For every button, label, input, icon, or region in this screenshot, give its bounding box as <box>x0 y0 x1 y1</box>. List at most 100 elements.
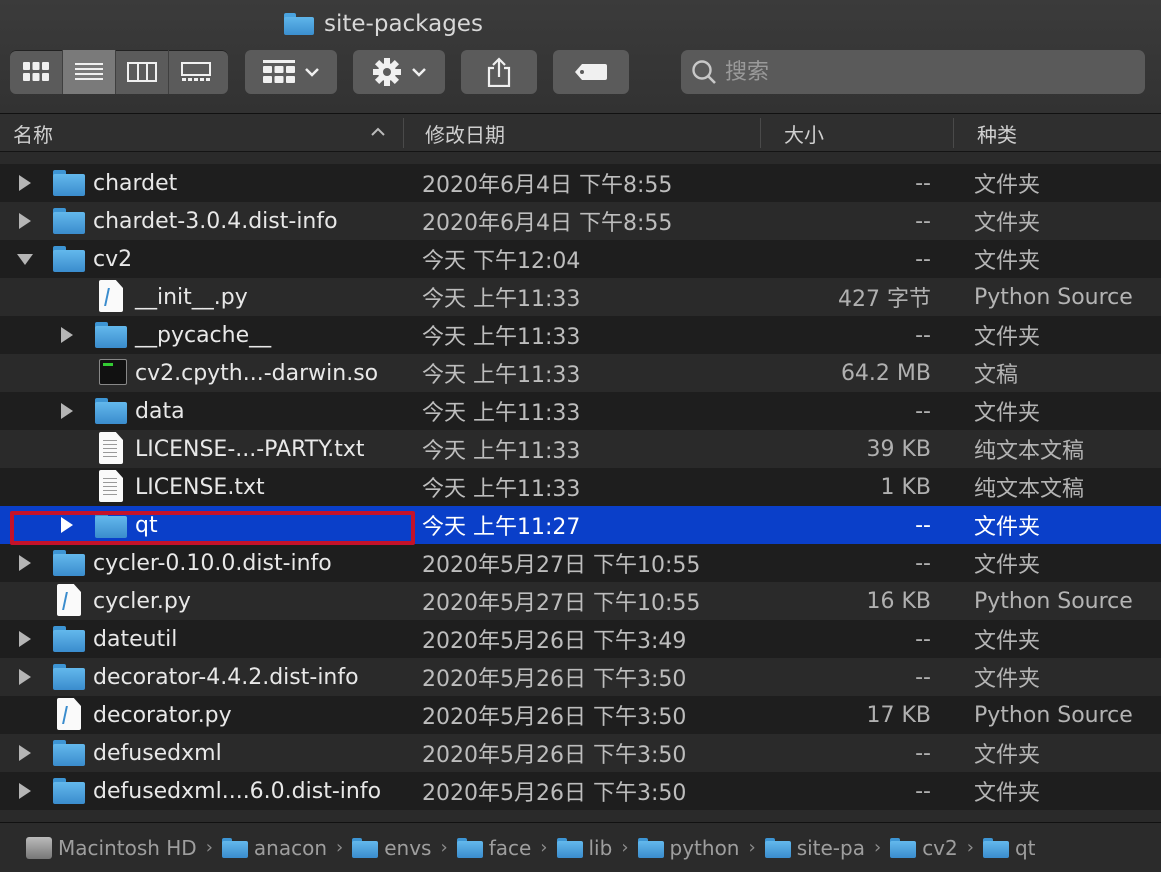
disclosure-collapsed-icon[interactable] <box>16 554 34 572</box>
folder-icon <box>53 740 85 766</box>
python-file-icon <box>57 698 81 730</box>
file-name: chardet-3.0.4.dist-info <box>93 208 338 234</box>
folder-icon <box>556 837 583 858</box>
column-name-header[interactable]: 名称 <box>13 114 53 152</box>
file-list: chardet 2020年6月4日 下午8:55 -- 文件夹 chardet-3.0.… <box>0 152 1161 822</box>
file-kind: 文件夹 <box>974 743 1041 768</box>
file-date: 今天 上午11:33 <box>422 325 581 350</box>
file-row[interactable]: LICENSE.txt 今天 上午11:33 1 KB 纯文本文稿 <box>0 468 1161 506</box>
sort-ascending-icon <box>371 127 385 136</box>
column-kind-header[interactable]: 种类 <box>977 114 1017 152</box>
folder-icon <box>764 837 791 858</box>
file-date: 今天 上午11:33 <box>422 287 581 312</box>
file-row[interactable]: __init__.py 今天 上午11:33 427 字节 Python Source <box>0 278 1161 316</box>
disclosure-collapsed-icon[interactable] <box>16 744 34 762</box>
file-name: cv2 <box>93 246 133 272</box>
path-segment[interactable]: Macintosh HD <box>26 836 197 860</box>
file-size: -- <box>915 322 931 348</box>
path-segment[interactable]: lib <box>556 836 612 860</box>
share-button[interactable] <box>461 50 537 94</box>
view-mode-control <box>10 50 228 94</box>
column-date-header[interactable]: 修改日期 <box>425 114 505 152</box>
text-file-icon <box>99 432 123 464</box>
icon-view-button[interactable] <box>10 50 63 94</box>
path-segment[interactable]: python <box>637 836 739 860</box>
file-name: __init__.py <box>135 284 248 310</box>
file-date: 今天 上午11:27 <box>422 515 581 540</box>
column-divider[interactable] <box>403 118 404 148</box>
file-row[interactable]: chardet 2020年6月4日 下午8:55 -- 文件夹 <box>0 164 1161 202</box>
path-segment[interactable]: cv2 <box>890 836 958 860</box>
path-segment[interactable]: site-pa <box>764 836 865 860</box>
file-row[interactable]: defusedxml 2020年5月26日 下午3:50 -- 文件夹 <box>0 734 1161 772</box>
file-date: 2020年5月27日 下午10:55 <box>422 591 701 616</box>
disclosure-collapsed-icon[interactable] <box>58 402 76 420</box>
file-row[interactable]: decorator.py 2020年5月26日 下午3:50 17 KB Python… <box>0 696 1161 734</box>
tags-button[interactable] <box>553 50 629 94</box>
chevron-right-icon: › <box>748 837 756 858</box>
disclosure-collapsed-icon[interactable] <box>16 782 34 800</box>
path-segment[interactable]: qt <box>982 835 1036 860</box>
file-name: LICENSE-...-PARTY.txt <box>135 436 365 462</box>
columns-icon <box>127 62 157 82</box>
file-date: 今天 上午11:33 <box>422 477 581 502</box>
gallery-view-button[interactable] <box>169 50 222 94</box>
search-field[interactable] <box>681 50 1145 94</box>
file-date: 2020年5月26日 下午3:49 <box>422 629 687 654</box>
file-name: LICENSE.txt <box>135 474 265 500</box>
file-size: -- <box>915 512 931 538</box>
grid-icon <box>23 62 49 81</box>
file-row[interactable]: data 今天 上午11:33 -- 文件夹 <box>0 392 1161 430</box>
path-segment[interactable]: envs <box>352 836 431 860</box>
file-kind: 文件夹 <box>974 629 1041 654</box>
file-row[interactable]: __pycache__ 今天 上午11:33 -- 文件夹 <box>0 316 1161 354</box>
python-file-icon <box>99 280 123 312</box>
file-date: 2020年6月4日 下午8:55 <box>422 211 673 236</box>
column-divider[interactable] <box>760 118 761 148</box>
highlight-annotation <box>10 511 415 545</box>
file-row[interactable]: decorator-4.4.2.dist-info 2020年5月26日 下午3:… <box>0 658 1161 696</box>
disclosure-collapsed-icon[interactable] <box>16 630 34 648</box>
file-name: decorator.py <box>93 702 232 728</box>
file-row[interactable]: cycler-0.10.0.dist-info 2020年5月27日 下午10:5… <box>0 544 1161 582</box>
file-kind: Python Source <box>974 702 1133 728</box>
disclosure-collapsed-icon[interactable] <box>16 212 34 230</box>
folder-icon <box>53 208 85 234</box>
file-row[interactable]: cv2.cpyth...-darwin.so 今天 上午11:33 64.2 MB 文… <box>0 354 1161 392</box>
file-row[interactable]: chardet-3.0.4.dist-info 2020年6月4日 下午8:55 -… <box>0 202 1161 240</box>
path-segment[interactable]: face <box>456 836 531 860</box>
column-divider[interactable] <box>953 118 954 148</box>
file-size: 64.2 MB <box>840 360 931 386</box>
column-view-button[interactable] <box>116 50 169 94</box>
file-row[interactable]: defusedxml....6.0.dist-info 2020年5月26日 下午… <box>0 772 1161 810</box>
folder-icon <box>982 837 1009 858</box>
file-name: data <box>135 398 185 424</box>
disclosure-expanded-icon[interactable] <box>16 250 34 268</box>
file-name: defusedxml <box>93 740 222 766</box>
file-row[interactable]: LICENSE-...-PARTY.txt 今天 上午11:33 39 KB 纯文本文… <box>0 430 1161 468</box>
folder-icon <box>53 664 85 690</box>
file-kind: 文件夹 <box>974 401 1041 426</box>
file-row[interactable]: dateutil 2020年5月26日 下午3:49 -- 文件夹 <box>0 620 1161 658</box>
list-view-button[interactable] <box>63 50 116 94</box>
list-row-partial <box>0 810 1161 822</box>
window-title: site-packages <box>284 8 483 40</box>
file-row[interactable]: cv2 今天 下午12:04 -- 文件夹 <box>0 240 1161 278</box>
column-size-header[interactable]: 大小 <box>784 114 824 152</box>
path-segment-label: qt <box>1014 835 1036 860</box>
file-kind: 文件夹 <box>974 173 1041 198</box>
file-size: -- <box>915 398 931 424</box>
disclosure-collapsed-icon[interactable] <box>16 668 34 686</box>
file-row[interactable]: cycler.py 2020年5月27日 下午10:55 16 KB Python S… <box>0 582 1161 620</box>
search-input[interactable] <box>725 59 1125 85</box>
file-size: 17 KB <box>866 702 931 728</box>
action-button[interactable] <box>353 50 445 94</box>
disclosure-collapsed-icon[interactable] <box>58 326 76 344</box>
disclosure-collapsed-icon[interactable] <box>16 174 34 192</box>
file-name: __pycache__ <box>135 322 272 348</box>
file-date: 2020年5月26日 下午3:50 <box>422 705 687 730</box>
file-size: -- <box>915 626 931 652</box>
group-by-button[interactable] <box>245 50 337 94</box>
path-segment[interactable]: anacon <box>221 836 327 860</box>
chevron-right-icon: › <box>440 837 448 858</box>
